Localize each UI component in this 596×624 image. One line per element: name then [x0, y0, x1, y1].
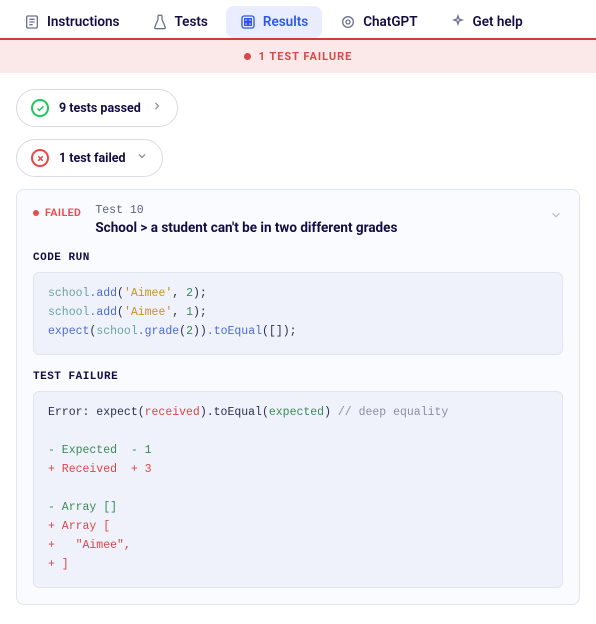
test-failure-label: TEST FAILURE — [33, 371, 563, 383]
chevron-down-icon — [136, 150, 148, 166]
chevron-right-icon — [151, 100, 163, 116]
tab-instructions[interactable]: Instructions — [10, 6, 134, 38]
tab-label: ChatGPT — [363, 14, 417, 30]
tab-label: Instructions — [47, 14, 120, 30]
sparkle-icon — [450, 14, 466, 30]
results-icon — [240, 14, 256, 30]
test-title: School > a student can't be in two diffe… — [95, 220, 563, 236]
failure-banner: 1 TEST FAILURE — [0, 40, 596, 73]
code-run-block: school.add('Aimee', 2); school.add('Aime… — [33, 272, 563, 355]
tab-results[interactable]: Results — [226, 6, 322, 38]
tab-bar: Instructions Tests Results ChatGPT Get h… — [0, 0, 596, 40]
failure-panel: FAILED Test 10 School > a student can't … — [16, 189, 580, 605]
instructions-icon — [24, 14, 40, 30]
x-circle-icon — [31, 149, 49, 167]
banner-text: 1 TEST FAILURE — [259, 50, 353, 63]
code-run-label: CODE RUN — [33, 252, 563, 264]
dot-icon — [244, 53, 251, 60]
tests-icon — [152, 14, 168, 30]
content-area: 9 tests passed 1 test failed FAILED Test… — [0, 73, 596, 621]
test-number: Test 10 — [95, 204, 563, 217]
chevron-down-icon[interactable] — [549, 208, 563, 226]
tests-passed-pill[interactable]: 9 tests passed — [16, 89, 178, 127]
failed-tag: FAILED — [33, 204, 81, 219]
test-failure-block: Error: expect(received).toEqual(expected… — [33, 391, 563, 588]
failed-tag-text: FAILED — [45, 206, 81, 219]
check-circle-icon — [31, 99, 49, 117]
tab-chatgpt[interactable]: ChatGPT — [326, 6, 431, 38]
tab-label: Get help — [473, 14, 523, 30]
tab-label: Tests — [175, 14, 208, 30]
passed-label: 9 tests passed — [59, 101, 141, 116]
failed-label: 1 test failed — [59, 151, 126, 166]
tests-failed-pill[interactable]: 1 test failed — [16, 139, 163, 177]
tab-label: Results — [263, 14, 308, 30]
panel-header[interactable]: FAILED Test 10 School > a student can't … — [33, 204, 563, 236]
tab-tests[interactable]: Tests — [138, 6, 222, 38]
tab-gethelp[interactable]: Get help — [436, 6, 537, 38]
chatgpt-icon — [340, 14, 356, 30]
dot-icon — [33, 210, 39, 216]
